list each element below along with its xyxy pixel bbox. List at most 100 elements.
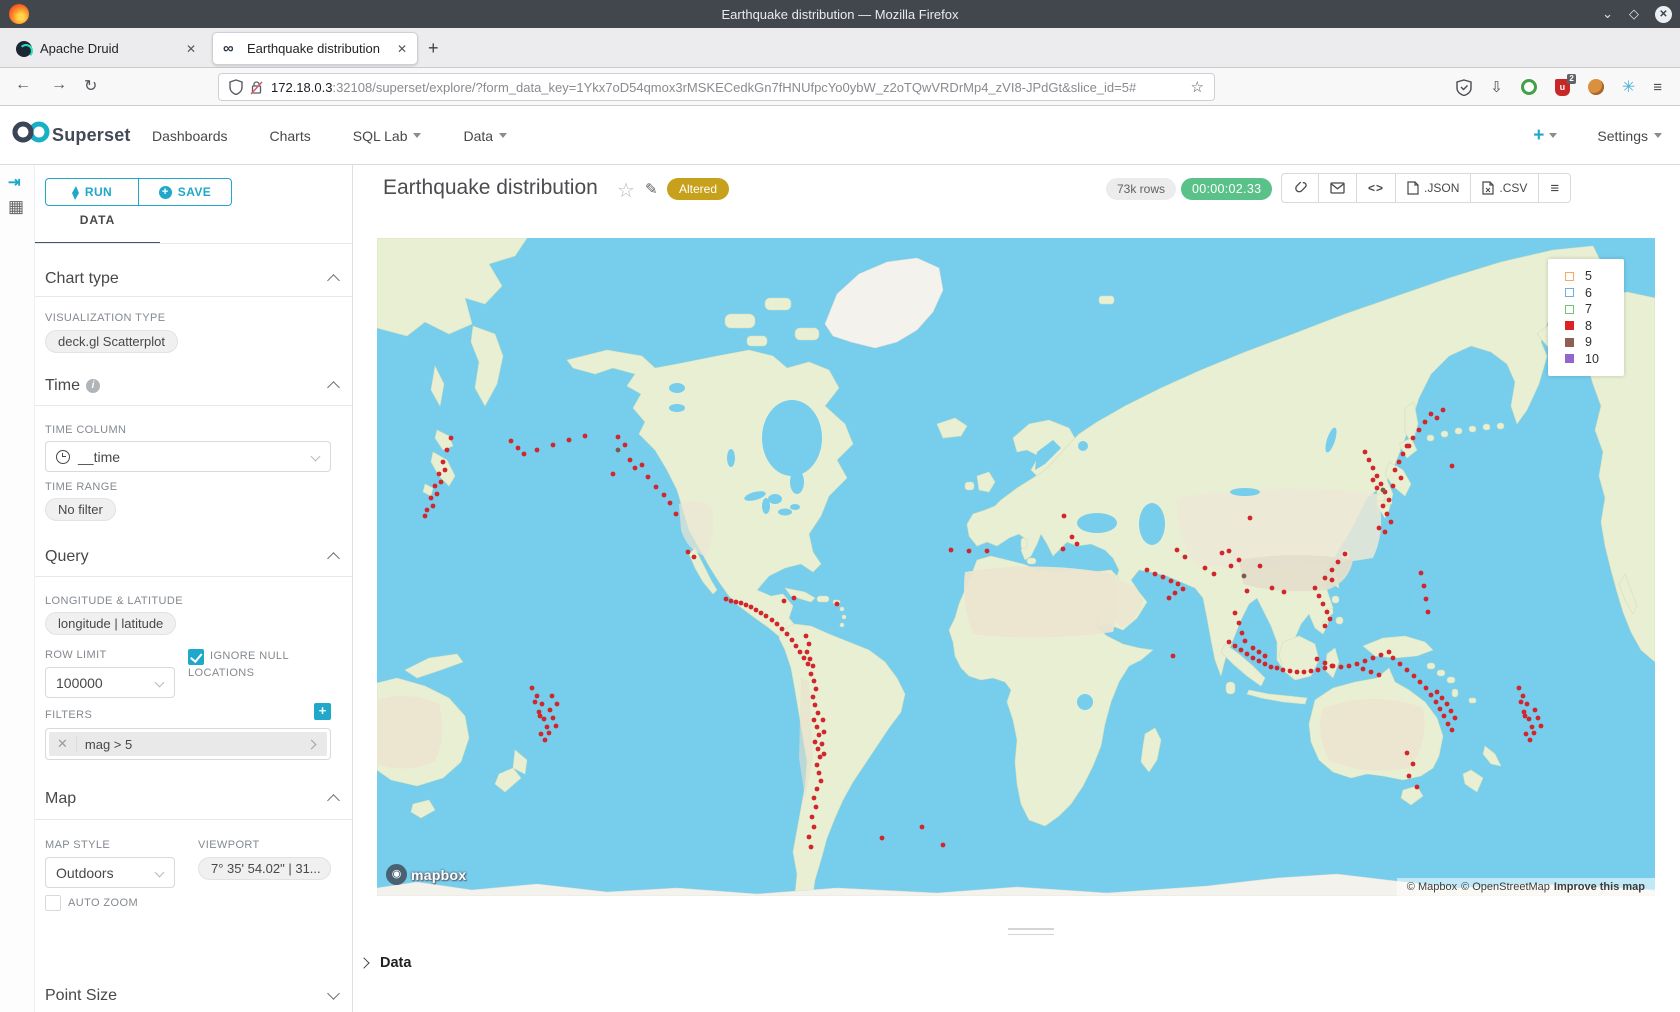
- improve-map-link[interactable]: Improve this map: [1554, 881, 1645, 893]
- deckgl-scatterplot-map[interactable]: 5678 9 10 ◉ mapbox © Mapbox © OpenStreetMa…: [377, 238, 1655, 896]
- osm-attribution[interactable]: © OpenStreetMap: [1461, 881, 1550, 893]
- auto-zoom-label: AUTO ZOOM: [68, 895, 138, 912]
- section-time[interactable]: Timei: [45, 377, 100, 395]
- browser-titlebar: Earthquake distribution — Mozilla Firefo…: [0, 0, 1680, 28]
- brand-name[interactable]: Superset: [52, 125, 131, 146]
- legend-label: 10: [1585, 352, 1599, 366]
- row-limit-select[interactable]: 100000: [45, 667, 175, 698]
- mapbox-attribution[interactable]: © Mapbox: [1407, 881, 1457, 893]
- nav-item-charts[interactable]: Charts: [270, 128, 311, 144]
- bolt-icon: [72, 186, 79, 193]
- chevron-up-icon[interactable]: [327, 274, 340, 287]
- caret-down-icon: [1654, 133, 1662, 138]
- panel-resize-handle[interactable]: [1008, 928, 1054, 939]
- chevron-up-icon[interactable]: [327, 381, 340, 394]
- tab-apache-druid[interactable]: Apache Druid ✕: [6, 32, 206, 65]
- export-csv-button[interactable]: .CSV: [1471, 174, 1539, 202]
- tab-close-icon[interactable]: ✕: [186, 42, 196, 56]
- browser-menu-icon[interactable]: ≡: [1653, 79, 1662, 96]
- nav-item-sql-lab[interactable]: SQL Lab: [353, 128, 422, 144]
- legend-item-10[interactable]: 10: [1565, 351, 1624, 368]
- copy-link-button[interactable]: [1282, 174, 1319, 202]
- reload-button[interactable]: ↻: [84, 76, 97, 96]
- caret-down-icon: [499, 133, 507, 138]
- collapsed-datasource-rail: ⇥ ▦: [0, 165, 35, 1012]
- caret-down-icon: [413, 133, 421, 138]
- chevron-down-icon: [155, 678, 165, 688]
- run-button[interactable]: RUN: [46, 179, 139, 205]
- legend-label: 8: [1585, 319, 1592, 333]
- legend-item-8[interactable]: 8: [1565, 318, 1624, 335]
- nav-item-dashboards[interactable]: Dashboards: [152, 128, 228, 144]
- extension-asterisk-icon[interactable]: ✳: [1622, 77, 1635, 97]
- data-section-toggle[interactable]: Data: [360, 955, 411, 971]
- chevron-down-icon: [155, 868, 165, 878]
- link-icon: [1293, 181, 1307, 195]
- url-bar[interactable]: 172.18.0.3:32108/superset/explore/?form_…: [218, 73, 1215, 101]
- chevron-up-icon[interactable]: [327, 794, 340, 807]
- edit-title-icon[interactable]: ✎: [645, 180, 658, 198]
- mapbox-logo[interactable]: ◉ mapbox: [386, 864, 466, 885]
- section-query[interactable]: Query: [45, 548, 89, 566]
- forward-button[interactable]: →: [51, 76, 67, 94]
- extension-green-icon[interactable]: [1521, 79, 1537, 95]
- close-window-icon[interactable]: ✕: [1655, 6, 1672, 23]
- lonlat-value[interactable]: longitude | latitude: [45, 612, 176, 635]
- bookmark-star-icon[interactable]: ☆: [1191, 78, 1204, 96]
- datasource-grid-icon[interactable]: ▦: [8, 197, 24, 217]
- browser-nav-toolbar: ← → ↻ 172.18.0.3:32108/superset/explore/…: [0, 68, 1680, 106]
- time-column-select[interactable]: __time: [45, 441, 331, 472]
- section-point-size[interactable]: Point Size: [45, 987, 117, 1005]
- chevron-right-icon: [307, 739, 317, 749]
- legend-item-9[interactable]: 9: [1565, 334, 1624, 351]
- maximize-icon[interactable]: ◇: [1629, 6, 1639, 22]
- cookie-extension-icon[interactable]: [1588, 79, 1604, 95]
- legend-label: 9: [1585, 335, 1592, 349]
- time-range-value[interactable]: No filter: [45, 498, 116, 521]
- chevron-up-icon[interactable]: [327, 552, 340, 565]
- favorite-star-icon[interactable]: ☆: [617, 178, 635, 203]
- chevron-down-icon[interactable]: [327, 987, 340, 1000]
- section-map[interactable]: Map: [45, 790, 76, 808]
- tab-data[interactable]: DATA: [35, 213, 160, 227]
- settings-menu[interactable]: Settings: [1597, 128, 1662, 144]
- downloads-icon[interactable]: ⇩: [1490, 78, 1503, 96]
- row-count-badge: 73k rows: [1106, 178, 1176, 200]
- filters-label: FILTERS: [45, 709, 92, 721]
- code-icon: <>: [1368, 181, 1384, 195]
- auto-zoom-checkbox[interactable]: [45, 895, 61, 911]
- save-button[interactable]: +SAVE: [139, 179, 231, 205]
- map-attribution: © Mapbox © OpenStreetMap Improve this ma…: [1397, 878, 1655, 896]
- chart-menu-button[interactable]: ≡: [1539, 174, 1570, 202]
- legend-item-7[interactable]: 7: [1565, 301, 1624, 318]
- tracking-shield-icon[interactable]: [229, 79, 243, 95]
- pocket-icon[interactable]: [1456, 79, 1472, 96]
- world-map: [377, 238, 1655, 896]
- remove-filter-icon[interactable]: ✕: [49, 736, 77, 752]
- nav-item-data[interactable]: Data: [463, 128, 507, 144]
- filter-chip[interactable]: ✕ mag > 5: [49, 732, 327, 756]
- time-range-label: TIME RANGE: [45, 481, 117, 493]
- add-filter-button[interactable]: +: [314, 703, 331, 720]
- ublock-badge: 2: [1567, 74, 1575, 84]
- embed-code-button[interactable]: <>: [1357, 174, 1396, 202]
- tab-close-icon[interactable]: ✕: [397, 42, 407, 56]
- viz-type-value[interactable]: deck.gl Scatterplot: [45, 330, 178, 353]
- add-new-button[interactable]: +: [1533, 125, 1557, 147]
- legend-item-5[interactable]: 5: [1565, 268, 1624, 285]
- section-chart-type[interactable]: Chart type: [45, 270, 119, 288]
- lonlat-label: LONGITUDE & LATITUDE: [45, 595, 183, 607]
- superset-logo[interactable]: [12, 119, 50, 145]
- new-tab-button[interactable]: +: [428, 38, 439, 59]
- export-json-button[interactable]: .JSON: [1396, 174, 1471, 202]
- email-button[interactable]: [1319, 174, 1357, 202]
- expand-panel-icon[interactable]: ⇥: [8, 173, 21, 191]
- viewport-value[interactable]: 7° 35' 54.02" | 31...: [198, 857, 331, 880]
- insecure-lock-icon[interactable]: [250, 80, 263, 95]
- legend-item-6[interactable]: 6: [1565, 285, 1624, 302]
- minimize-icon[interactable]: ⌄: [1602, 6, 1613, 22]
- ublock-icon[interactable]: u2: [1555, 79, 1570, 96]
- back-button[interactable]: ←: [15, 76, 31, 94]
- tab-earthquake-distribution[interactable]: ∞ Earthquake distribution ✕: [212, 32, 418, 65]
- map-style-select[interactable]: Outdoors: [45, 857, 175, 888]
